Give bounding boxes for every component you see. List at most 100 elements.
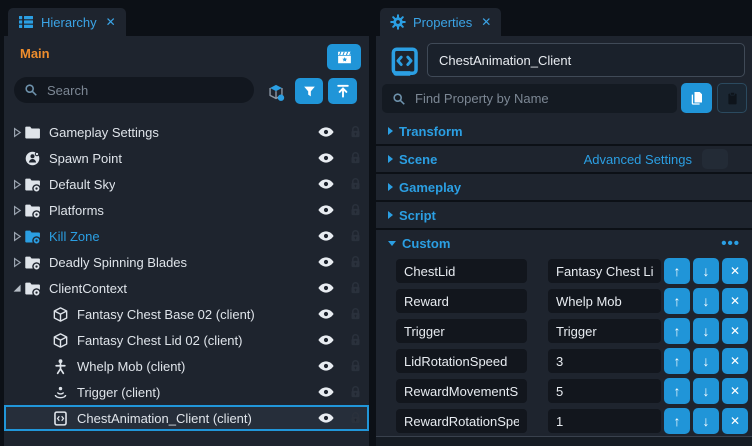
scene-settings-button[interactable] xyxy=(327,44,361,70)
object-name-field[interactable] xyxy=(427,43,745,77)
tree-row-kill-zone[interactable]: Kill Zone xyxy=(4,223,369,249)
tree-row-fantasy-chest-base-02-client[interactable]: Fantasy Chest Base 02 (client) xyxy=(4,301,369,327)
expand-collapsed-icon[interactable] xyxy=(10,127,24,138)
move-up-button[interactable]: ↑ xyxy=(664,378,690,404)
move-up-button[interactable]: ↑ xyxy=(664,258,690,284)
lock-icon[interactable] xyxy=(348,176,363,192)
tab-hierarchy[interactable]: Hierarchy ✕ xyxy=(8,8,126,36)
expand-collapsed-icon[interactable] xyxy=(10,205,24,216)
paste-properties-button[interactable] xyxy=(717,83,747,113)
lock-icon[interactable] xyxy=(348,280,363,296)
tree-row-platforms[interactable]: Platforms xyxy=(4,197,369,223)
visibility-eye-icon[interactable] xyxy=(317,410,335,426)
visibility-eye-icon[interactable] xyxy=(317,306,335,322)
section-title: Gameplay xyxy=(399,180,461,195)
property-name-field[interactable] xyxy=(396,379,527,403)
custom-property-row-trigger: ↑ ↓ ✕ xyxy=(376,316,752,346)
lock-icon[interactable] xyxy=(348,384,363,400)
move-down-button[interactable]: ↓ xyxy=(693,348,719,374)
move-down-button[interactable]: ↓ xyxy=(693,288,719,314)
property-value-field[interactable] xyxy=(548,349,661,373)
networked-cube-icon[interactable] xyxy=(264,82,288,102)
property-search[interactable] xyxy=(382,84,677,113)
advanced-settings-checkbox[interactable] xyxy=(702,149,728,169)
search-input[interactable] xyxy=(45,82,244,99)
lock-icon[interactable] xyxy=(348,254,363,270)
property-value-field[interactable] xyxy=(548,379,661,403)
lock-icon[interactable] xyxy=(348,150,363,166)
tree-row-chestanimation-client-client[interactable]: ChestAnimation_Client (client) xyxy=(4,405,369,431)
move-down-button[interactable]: ↓ xyxy=(693,378,719,404)
visibility-eye-icon[interactable] xyxy=(317,358,335,374)
visibility-eye-icon[interactable] xyxy=(317,332,335,348)
tree-row-default-sky[interactable]: Default Sky xyxy=(4,171,369,197)
section-custom[interactable]: Custom••• xyxy=(376,230,752,256)
property-value-field[interactable] xyxy=(548,409,661,433)
remove-button[interactable]: ✕ xyxy=(722,378,748,404)
expand-collapsed-icon[interactable] xyxy=(10,231,24,242)
property-name-field[interactable] xyxy=(396,289,527,313)
remove-button[interactable]: ✕ xyxy=(722,348,748,374)
property-name-field[interactable] xyxy=(396,409,527,433)
section-gameplay[interactable]: Gameplay xyxy=(376,174,752,200)
hierarchy-icon xyxy=(18,14,34,30)
collapse-all-button[interactable] xyxy=(328,78,357,104)
move-up-button[interactable]: ↑ xyxy=(664,408,690,434)
property-name-field[interactable] xyxy=(396,259,527,283)
tree-row-gameplay-settings[interactable]: Gameplay Settings xyxy=(4,119,369,145)
lock-icon[interactable] xyxy=(348,306,363,322)
remove-button[interactable]: ✕ xyxy=(722,258,748,284)
move-down-button[interactable]: ↓ xyxy=(693,258,719,284)
visibility-eye-icon[interactable] xyxy=(317,228,335,244)
property-name-field[interactable] xyxy=(396,319,527,343)
remove-button[interactable]: ✕ xyxy=(722,318,748,344)
move-down-button[interactable]: ↓ xyxy=(693,408,719,434)
remove-button[interactable]: ✕ xyxy=(722,408,748,434)
expand-collapsed-icon[interactable] xyxy=(10,257,24,268)
advanced-settings-label[interactable]: Advanced Settings xyxy=(584,152,692,167)
move-down-button[interactable]: ↓ xyxy=(693,318,719,344)
remove-button[interactable]: ✕ xyxy=(722,288,748,314)
copy-properties-button[interactable] xyxy=(681,83,712,113)
tab-properties[interactable]: Properties ✕ xyxy=(380,8,501,36)
property-value-field[interactable] xyxy=(548,259,661,283)
lock-icon[interactable] xyxy=(348,332,363,348)
tree-row-trigger-client[interactable]: Trigger (client) xyxy=(4,379,369,405)
visibility-eye-icon[interactable] xyxy=(317,384,335,400)
lock-icon[interactable] xyxy=(348,202,363,218)
section-transform[interactable]: Transform xyxy=(376,118,752,144)
lock-icon[interactable] xyxy=(348,124,363,140)
tree-row-deadly-spinning-blades[interactable]: Deadly Spinning Blades xyxy=(4,249,369,275)
property-search-input[interactable] xyxy=(413,90,667,107)
tree-row-spawn-point[interactable]: Spawn Point xyxy=(4,145,369,171)
tree-row-clientcontext[interactable]: ClientContext xyxy=(4,275,369,301)
visibility-eye-icon[interactable] xyxy=(317,202,335,218)
close-icon[interactable]: ✕ xyxy=(481,15,491,29)
expand-expanded-icon[interactable] xyxy=(10,283,24,293)
lock-icon[interactable] xyxy=(348,228,363,244)
move-up-button[interactable]: ↑ xyxy=(664,318,690,344)
expand-collapsed-icon[interactable] xyxy=(10,179,24,190)
property-value-field[interactable] xyxy=(548,319,661,343)
tree-row-whelp-mob-client[interactable]: Whelp Mob (client) xyxy=(4,353,369,379)
more-options-icon[interactable]: ••• xyxy=(721,235,740,252)
move-up-button[interactable]: ↑ xyxy=(664,348,690,374)
visibility-eye-icon[interactable] xyxy=(317,280,335,296)
lock-icon[interactable] xyxy=(348,410,363,426)
visibility-eye-icon[interactable] xyxy=(317,176,335,192)
visibility-eye-icon[interactable] xyxy=(317,150,335,166)
visibility-eye-icon[interactable] xyxy=(317,124,335,140)
folder-icon xyxy=(24,124,41,141)
tree-row-fantasy-chest-lid-02-client[interactable]: Fantasy Chest Lid 02 (client) xyxy=(4,327,369,353)
lock-icon[interactable] xyxy=(348,358,363,374)
property-value-field[interactable] xyxy=(548,289,661,313)
tree-row-label: Trigger (client) xyxy=(77,385,160,400)
section-scene[interactable]: SceneAdvanced Settings xyxy=(376,146,752,172)
filter-button[interactable] xyxy=(295,78,323,104)
property-name-field[interactable] xyxy=(396,349,527,373)
section-script[interactable]: Script xyxy=(376,202,752,228)
visibility-eye-icon[interactable] xyxy=(317,254,335,270)
close-icon[interactable]: ✕ xyxy=(106,15,116,29)
hierarchy-search[interactable] xyxy=(14,77,254,103)
move-up-button[interactable]: ↑ xyxy=(664,288,690,314)
